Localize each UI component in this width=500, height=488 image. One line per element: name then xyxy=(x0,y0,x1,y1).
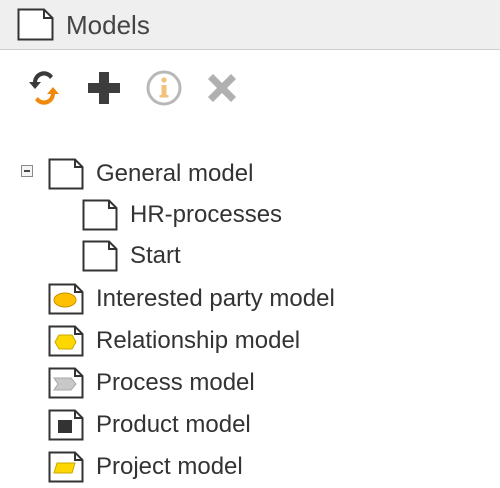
tree-item-label: HR-processes xyxy=(130,201,283,228)
panel-header: Models xyxy=(0,0,500,50)
document-icon xyxy=(82,199,118,231)
square-model-icon xyxy=(48,409,84,441)
collapse-toggle[interactable] xyxy=(21,165,33,177)
document-icon xyxy=(82,240,118,272)
tree-item-label: Relationship model xyxy=(96,327,301,354)
tree-item-label: Process model xyxy=(96,369,255,396)
document-icon xyxy=(17,8,54,41)
add-button[interactable] xyxy=(84,68,124,108)
refresh-icon xyxy=(29,71,59,105)
tree-item-label: Start xyxy=(130,242,181,269)
tree-item-label: Interested party model xyxy=(96,285,335,312)
document-icon xyxy=(48,158,84,190)
tree-item-label: Project model xyxy=(96,453,243,480)
tree-item-label: Product model xyxy=(96,411,251,438)
parallelogram-model-icon xyxy=(48,451,84,483)
panel-title: Models xyxy=(66,10,150,40)
info-icon xyxy=(146,70,182,106)
delete-button[interactable] xyxy=(202,68,242,108)
refresh-button[interactable] xyxy=(24,68,64,108)
info-button[interactable] xyxy=(144,68,184,108)
tree-item-label: General model xyxy=(96,160,254,187)
close-icon xyxy=(208,74,236,102)
plus-icon xyxy=(88,72,120,104)
arrow-model-icon xyxy=(48,367,84,399)
hexagon-model-icon xyxy=(48,325,84,357)
ellipse-model-icon xyxy=(48,283,84,315)
